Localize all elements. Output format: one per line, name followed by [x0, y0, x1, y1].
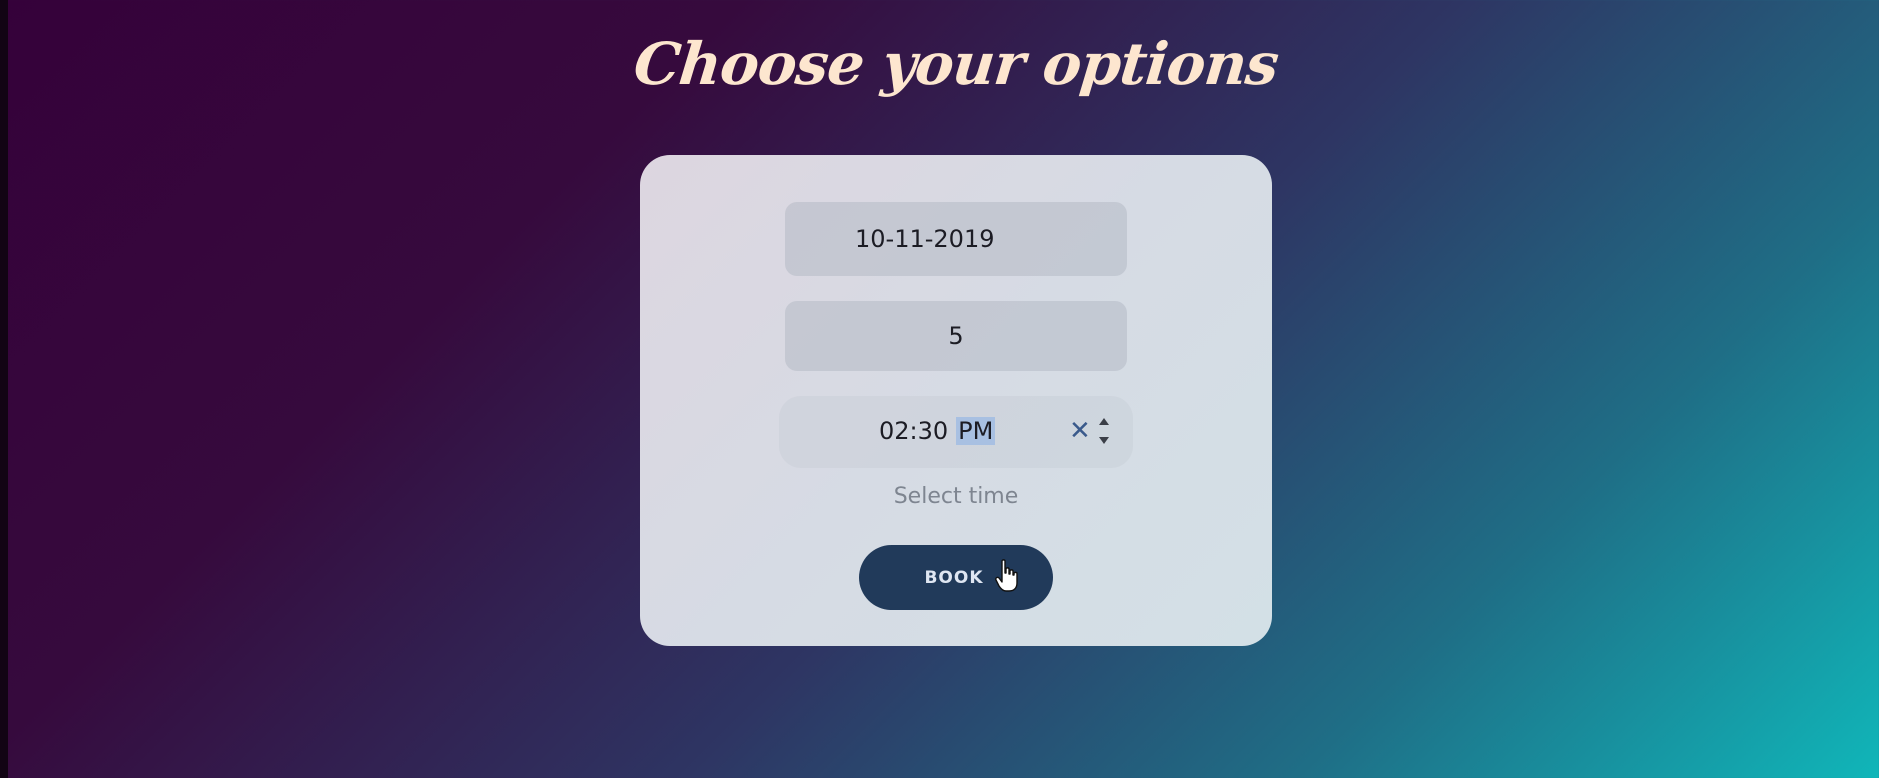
time-hours-minutes[interactable]: 02:30: [879, 417, 948, 445]
date-value: 10-11-2019: [855, 225, 995, 253]
close-icon[interactable]: ✕: [1069, 416, 1091, 446]
hand-pointer-cursor-icon: [995, 559, 1018, 592]
spinner-arrows-icon[interactable]: [1097, 414, 1111, 448]
book-button[interactable]: BOOK: [859, 545, 1053, 610]
time-input[interactable]: 02:30 PM ✕: [779, 396, 1133, 468]
window-left-edge: [0, 0, 8, 778]
quantity-input[interactable]: 5: [785, 301, 1127, 371]
book-button-label: BOOK: [924, 567, 984, 588]
page-title: Choose your options: [630, 30, 1282, 98]
options-card: 10-11-2019 5 02:30 PM ✕ Select time BOOK: [640, 155, 1272, 646]
time-value: 02:30 PM: [879, 417, 996, 445]
time-period-segment[interactable]: PM: [956, 417, 996, 445]
time-caption: Select time: [893, 484, 1019, 509]
quantity-value: 5: [948, 322, 964, 350]
date-input[interactable]: 10-11-2019: [785, 202, 1127, 276]
